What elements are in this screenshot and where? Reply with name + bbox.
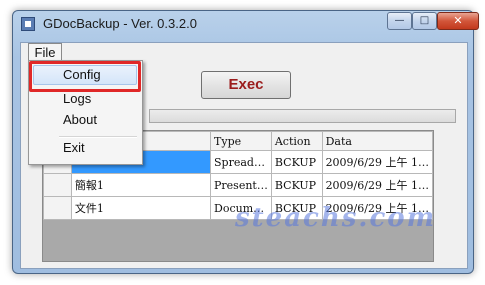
- minimize-button[interactable]: —: [387, 12, 412, 30]
- column-header-data[interactable]: Data: [321, 131, 434, 151]
- cell-action[interactable]: BCKUP: [270, 173, 323, 197]
- menu-item-logs[interactable]: Logs: [33, 89, 137, 109]
- cell-data[interactable]: 2009/6/29 上午 1…: [321, 150, 434, 174]
- cell-type[interactable]: Spread…: [210, 150, 272, 174]
- title-bar[interactable]: GDocBackup - Ver. 0.3.2.0 — □ ✕: [13, 11, 479, 37]
- app-icon: [21, 17, 35, 31]
- cell-action[interactable]: BCKUP: [270, 150, 323, 174]
- menu-item-exit[interactable]: Exit: [33, 138, 137, 158]
- close-button[interactable]: ✕: [437, 12, 479, 30]
- cell-data[interactable]: 2009/6/29 上午 1…: [321, 173, 434, 197]
- row-header[interactable]: [43, 173, 72, 197]
- row-header[interactable]: [43, 196, 72, 220]
- window-title: GDocBackup - Ver. 0.3.2.0: [43, 16, 197, 31]
- config-highlight-box: [29, 61, 141, 92]
- maximize-button[interactable]: □: [412, 12, 437, 30]
- exec-button[interactable]: Exec: [201, 71, 291, 99]
- progress-bar: [149, 109, 456, 123]
- watermark-text: steachs.com: [235, 203, 437, 233]
- cell-type[interactable]: Present…: [210, 173, 272, 197]
- column-header-type[interactable]: Type: [210, 131, 272, 151]
- cell-name[interactable]: 文件1: [70, 196, 212, 220]
- cell-name[interactable]: 簡報1: [70, 173, 212, 197]
- menu-item-about[interactable]: About: [33, 110, 137, 130]
- column-header-action[interactable]: Action: [270, 131, 323, 151]
- table-row[interactable]: 簡報1 Present… BCKUP 2009/6/29 上午 1…: [43, 173, 434, 197]
